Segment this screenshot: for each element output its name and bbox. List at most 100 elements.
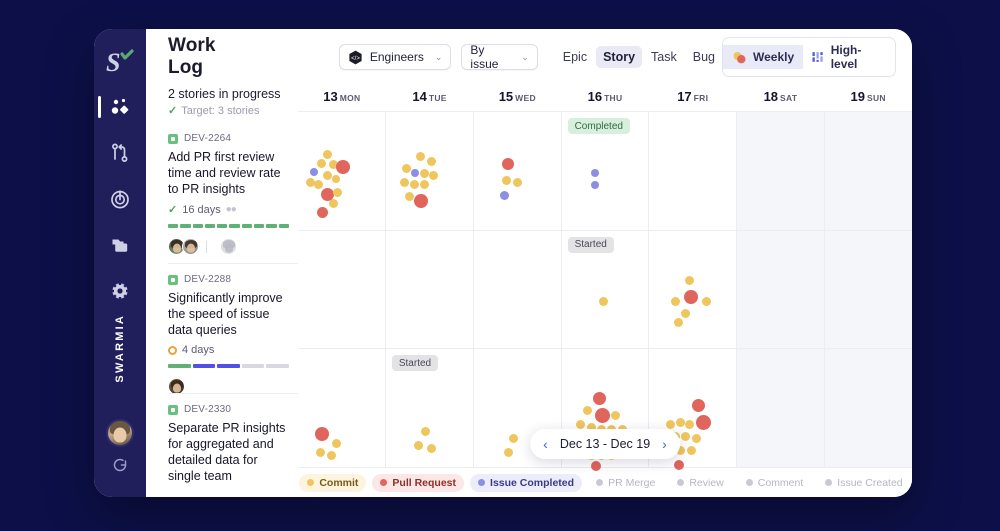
sidebar-item-work-log[interactable] bbox=[94, 91, 146, 123]
calendar-cell[interactable] bbox=[298, 349, 386, 467]
event-dot-pull-request[interactable] bbox=[336, 160, 350, 174]
event-dot-commit[interactable] bbox=[400, 178, 409, 187]
sidebar-item-insights[interactable] bbox=[94, 183, 146, 215]
event-dot-commit[interactable] bbox=[671, 297, 680, 306]
event-dot-commit[interactable] bbox=[306, 178, 315, 187]
event-dot-commit[interactable] bbox=[421, 427, 430, 436]
legend-item[interactable]: PR Merge bbox=[588, 474, 663, 492]
calendar-cell[interactable] bbox=[825, 349, 912, 467]
event-dot-pull-request[interactable] bbox=[692, 399, 705, 412]
event-dot-commit[interactable] bbox=[333, 188, 342, 197]
event-dot-issue-completed[interactable] bbox=[310, 168, 318, 176]
calendar-cell[interactable] bbox=[737, 349, 825, 467]
event-dot-commit[interactable] bbox=[420, 169, 429, 178]
event-dot-commit[interactable] bbox=[416, 152, 425, 161]
prev-week-button[interactable]: ‹ bbox=[541, 436, 550, 452]
event-dot-commit[interactable] bbox=[702, 297, 711, 306]
view-high-level-button[interactable]: High-level bbox=[803, 38, 895, 76]
event-dot-commit[interactable] bbox=[674, 318, 683, 327]
event-dot-pull-request[interactable] bbox=[674, 460, 684, 470]
event-dot-commit[interactable] bbox=[317, 159, 326, 168]
swarmia-logo-icon[interactable]: S bbox=[103, 45, 137, 79]
event-dot-issue-completed[interactable] bbox=[591, 181, 599, 189]
next-week-button[interactable]: › bbox=[660, 436, 669, 452]
calendar-cell[interactable] bbox=[825, 112, 912, 230]
event-dot-commit[interactable] bbox=[323, 171, 332, 180]
event-dot-pull-request[interactable] bbox=[696, 415, 711, 430]
event-dot-issue-completed[interactable] bbox=[500, 191, 509, 200]
legend-item[interactable]: Review bbox=[669, 474, 731, 492]
calendar-cell[interactable]: Started bbox=[386, 349, 474, 467]
event-dot-commit[interactable] bbox=[504, 448, 513, 457]
event-dot-commit[interactable] bbox=[405, 192, 414, 201]
event-dot-issue-completed[interactable] bbox=[591, 169, 599, 177]
list-item[interactable]: DEV-2264 Add PR first review time and re… bbox=[168, 133, 298, 263]
event-dot-commit[interactable] bbox=[513, 178, 522, 187]
avatar-placeholder[interactable] bbox=[220, 238, 237, 255]
calendar-cell[interactable] bbox=[386, 112, 474, 230]
list-item[interactable]: DEV-2330 Separate PR insights for aggreg… bbox=[168, 393, 298, 497]
list-item[interactable]: DEV-2288 Significantly improve the speed… bbox=[168, 263, 298, 393]
legend-item[interactable]: Issue Created bbox=[817, 474, 910, 492]
legend-item[interactable]: Pull Request bbox=[372, 474, 464, 492]
event-dot-issue-completed[interactable] bbox=[411, 169, 419, 177]
calendar-cell[interactable] bbox=[825, 231, 912, 349]
calendar-cell[interactable] bbox=[474, 112, 562, 230]
calendar-cell[interactable] bbox=[737, 231, 825, 349]
tab-bug[interactable]: Bug bbox=[686, 46, 722, 68]
event-dot-commit[interactable] bbox=[692, 434, 701, 443]
tab-story[interactable]: Story bbox=[596, 46, 642, 68]
event-dot-commit[interactable] bbox=[427, 444, 436, 453]
calendar-cell[interactable] bbox=[649, 231, 737, 349]
event-dot-commit[interactable] bbox=[327, 451, 336, 460]
event-dot-commit[interactable] bbox=[687, 446, 696, 455]
event-dot-commit[interactable] bbox=[583, 406, 592, 415]
event-dot-commit[interactable] bbox=[323, 150, 332, 159]
event-dot-commit[interactable] bbox=[509, 434, 518, 443]
event-dot-commit[interactable] bbox=[676, 418, 685, 427]
calendar-cell[interactable] bbox=[298, 112, 386, 230]
calendar-cell[interactable] bbox=[474, 231, 562, 349]
event-dot-pull-request[interactable] bbox=[315, 427, 329, 441]
event-dot-commit[interactable] bbox=[599, 297, 608, 306]
tab-epic[interactable]: Epic bbox=[556, 46, 594, 68]
event-dot-pull-request[interactable] bbox=[414, 194, 428, 208]
event-dot-pull-request[interactable] bbox=[595, 408, 610, 423]
event-dot-commit[interactable] bbox=[314, 180, 323, 189]
event-dot-commit[interactable] bbox=[410, 180, 419, 189]
view-weekly-button[interactable]: Weekly bbox=[723, 45, 803, 69]
event-dot-pull-request[interactable] bbox=[593, 392, 606, 405]
team-select[interactable]: </> Engineers ⌄ bbox=[339, 44, 452, 70]
event-dot-commit[interactable] bbox=[429, 171, 438, 180]
calendar-cell[interactable] bbox=[298, 231, 386, 349]
event-dot-pull-request[interactable] bbox=[502, 158, 514, 170]
event-dot-commit[interactable] bbox=[502, 176, 511, 185]
event-dot-commit[interactable] bbox=[420, 180, 429, 189]
event-dot-pull-request[interactable] bbox=[684, 290, 698, 304]
event-dot-commit[interactable] bbox=[611, 411, 620, 420]
sidebar-item-pull-requests[interactable] bbox=[94, 137, 146, 169]
event-dot-pull-request[interactable] bbox=[317, 207, 328, 218]
event-dot-commit[interactable] bbox=[329, 199, 338, 208]
event-dot-commit[interactable] bbox=[402, 164, 411, 173]
legend-item[interactable]: Issue Completed bbox=[470, 474, 582, 492]
event-dot-commit[interactable] bbox=[414, 441, 423, 450]
calendar-cell[interactable] bbox=[649, 112, 737, 230]
group-by-select[interactable]: By issue ⌄ bbox=[461, 44, 537, 70]
refresh-button[interactable] bbox=[111, 456, 129, 479]
event-dot-commit[interactable] bbox=[685, 276, 694, 285]
legend-item[interactable]: Commit bbox=[299, 474, 366, 492]
user-avatar[interactable] bbox=[106, 419, 134, 447]
calendar-cell[interactable] bbox=[386, 231, 474, 349]
avatar[interactable] bbox=[182, 238, 199, 255]
legend-item[interactable]: Comment bbox=[738, 474, 812, 492]
calendar-cell[interactable]: Started bbox=[562, 231, 650, 349]
event-dot-commit[interactable] bbox=[316, 448, 325, 457]
calendar-cell[interactable] bbox=[737, 112, 825, 230]
event-dot-commit[interactable] bbox=[332, 175, 340, 183]
tab-task[interactable]: Task bbox=[644, 46, 684, 68]
sidebar-item-projects[interactable] bbox=[94, 229, 146, 261]
event-dot-commit[interactable] bbox=[576, 420, 585, 429]
sidebar-item-settings[interactable] bbox=[94, 275, 146, 307]
event-dot-commit[interactable] bbox=[681, 309, 690, 318]
